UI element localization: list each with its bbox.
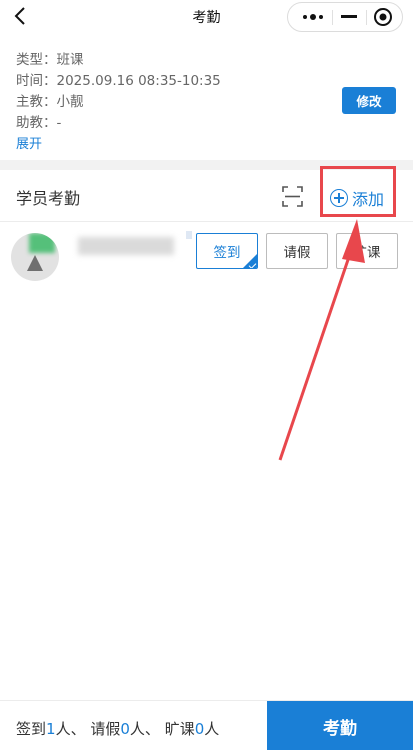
mini-program-capsule (287, 2, 403, 32)
absent-button[interactable]: 旷课 (336, 233, 398, 269)
minimize-icon (341, 15, 357, 18)
leave-summary-label: 请假 (90, 720, 121, 738)
lesson-type-row: 类型：班课 (16, 50, 221, 71)
signin-summary-label: 签到 (16, 720, 47, 738)
assistant-label: 助教： (16, 115, 57, 131)
leave-suffix: 人、 (129, 720, 160, 738)
scan-button[interactable] (282, 186, 303, 207)
attendance-summary: 签到1人、 请假0人、 旷课0人 (16, 718, 219, 739)
student-name-blurred-tail (186, 231, 192, 239)
lesson-time-label: 时间： (16, 73, 57, 89)
assistant-value: - (56, 115, 62, 131)
lesson-info: 类型：班课 时间：2025.09.16 08:35-10:35 主教：小靓 助教… (16, 50, 221, 155)
avatar-blur (29, 233, 55, 253)
expand-link[interactable]: 展开 (16, 134, 221, 155)
leave-button[interactable]: 请假 (266, 233, 328, 269)
signin-count: 1 (46, 720, 56, 738)
lesson-type-label: 类型： (16, 52, 57, 68)
capsule-divider (366, 10, 367, 25)
signin-suffix: 人、 (55, 720, 86, 738)
capsule-divider (332, 10, 333, 25)
bottom-bar: 签到1人、 请假0人、 旷课0人 考勤 (0, 700, 413, 750)
lesson-time-value: 2025.09.16 08:35-10:35 (56, 73, 221, 89)
avatar-placeholder-icon (27, 255, 43, 271)
close-button[interactable] (368, 3, 398, 31)
student-name-blurred (78, 237, 174, 255)
leave-label: 请假 (283, 245, 311, 261)
leave-count: 0 (120, 720, 130, 738)
absent-count: 0 (194, 720, 205, 738)
signin-label: 签到 (213, 245, 241, 261)
edit-button[interactable]: 修改 (342, 87, 396, 114)
submit-attendance-button[interactable]: 考勤 (267, 701, 413, 750)
lesson-teacher-row: 主教：小靓 (16, 92, 221, 113)
minimize-button[interactable] (334, 3, 364, 31)
teacher-label: 主教： (16, 94, 57, 110)
avatar (11, 233, 59, 281)
annotation-highlight-box (320, 166, 396, 217)
signin-button[interactable]: 签到 (196, 233, 258, 269)
teacher-value: 小靓 (56, 94, 84, 110)
more-dots-icon (303, 14, 323, 20)
target-circle-icon (374, 8, 392, 26)
scan-icon (282, 186, 303, 207)
lesson-time-row: 时间：2025.09.16 08:35-10:35 (16, 71, 221, 92)
absent-label: 旷课 (353, 245, 381, 261)
more-button[interactable] (296, 3, 330, 31)
student-row: 签到 请假 旷课 (0, 222, 413, 281)
lesson-type-value: 班课 (56, 52, 84, 68)
navbar: 考勤 (0, 0, 413, 32)
absent-summary-label: 旷课 (164, 720, 195, 738)
attendance-title: 学员考勤 (16, 189, 81, 208)
lesson-assistant-row: 助教：- (16, 113, 221, 134)
absent-suffix: 人 (204, 720, 220, 738)
